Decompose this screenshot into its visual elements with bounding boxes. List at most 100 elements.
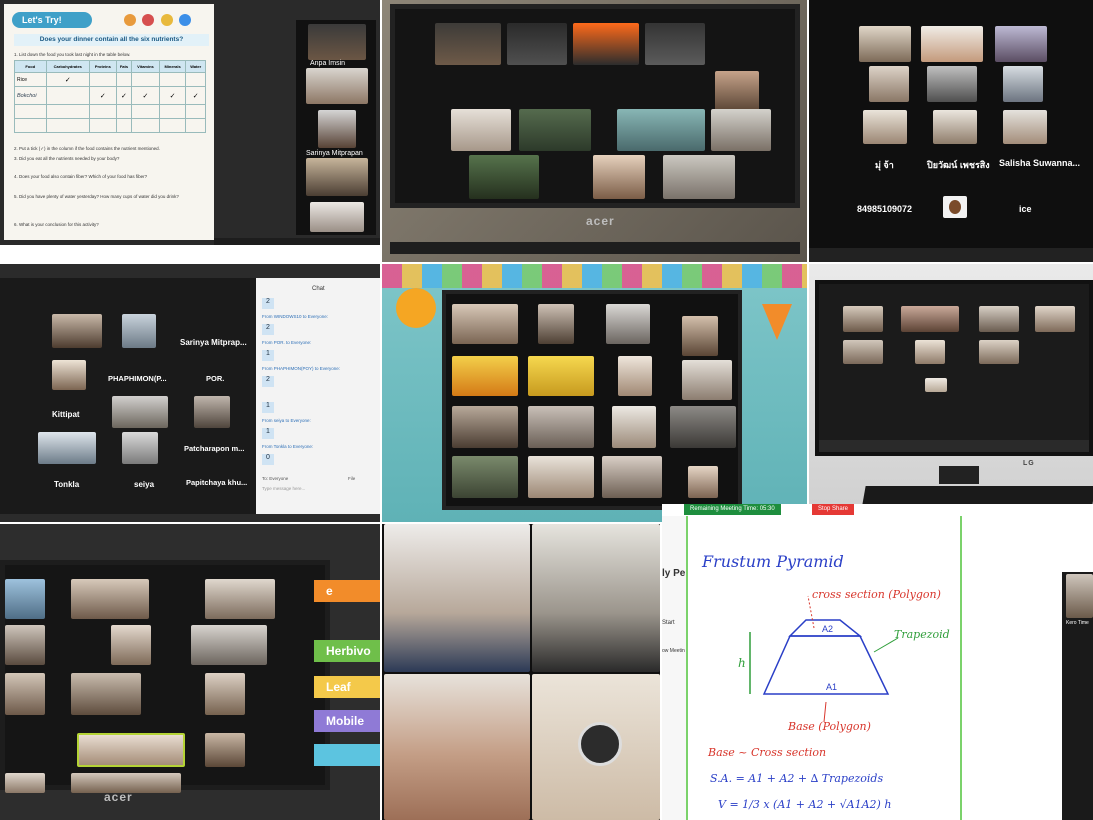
word-label (314, 744, 380, 766)
worksheet-question: Does your dinner contain all the six nut… (14, 34, 209, 46)
participant-video (306, 68, 368, 104)
sun-decoration (396, 288, 436, 328)
monitor-stand (939, 466, 979, 484)
th-min: Minerals (158, 60, 187, 73)
th-vit: Vitamins (131, 60, 160, 73)
tile-acer-herbivore: e Herbivo Leaf Mobile acer (0, 524, 380, 820)
th-food: Food (14, 60, 47, 73)
chat-number: 0 (262, 454, 274, 465)
participant-name: Papitchaya khu... (186, 478, 248, 487)
zoom-class-collage: Let's Try! Does your dinner contain all … (0, 0, 1093, 820)
participant-name: Kero Time (1066, 620, 1089, 626)
participant-name: Anpa Imsin (310, 60, 346, 67)
stop-share-button[interactable]: Stop Share (812, 504, 855, 515)
laptop-screen (442, 290, 742, 510)
participant-video (308, 24, 366, 60)
taskbar (390, 242, 800, 254)
chat-input[interactable]: Type message here... (262, 486, 305, 491)
chat-line: From POR. to Everyone: (262, 340, 312, 345)
th-water: Water (185, 60, 206, 73)
nutrient-table: Food Carbohydrates Proteins Fats Vitamin… (14, 60, 206, 133)
th-fats: Fats (115, 60, 133, 73)
participant-video (306, 158, 368, 196)
worksheet-paper: Let's Try! Does your dinner contain all … (4, 4, 214, 240)
avatar (578, 722, 622, 766)
gallery-grid: Sarinya Mitprap... PHAPHIMON(P... POR. K… (0, 278, 256, 514)
worksheet-banner: Let's Try! (12, 12, 92, 28)
chat-line: From seiya to Everyone: (262, 418, 311, 423)
tile-acer-gallery: acer (382, 0, 807, 262)
label-a2: A2 (822, 624, 834, 634)
chat-number: 2 (262, 324, 274, 335)
participant-video (310, 202, 364, 232)
side-text: ly Pe (662, 568, 686, 579)
participant-name: Kittipat (52, 410, 80, 419)
equation-base: Base ~ Cross section (708, 746, 827, 759)
side-panel: ly Pe Start ow Meetin (662, 516, 686, 820)
tile-big-faces (382, 524, 660, 820)
participant-name: ice (1019, 204, 1032, 214)
word-label: Mobile (314, 710, 380, 732)
laptop-brand: acer (104, 790, 133, 804)
share-bar: Remaining Meeting Time: 05:30 Stop Share (662, 504, 1093, 516)
laptop-screen (0, 560, 330, 793)
chat-number: 1 (262, 428, 274, 439)
participant-video (384, 524, 530, 672)
row-food-2: Bokchoi (14, 86, 47, 105)
avatar-bear (943, 196, 967, 218)
label-trapezoid: Trapezoid (894, 628, 950, 641)
tile-thai-gallery: มุ่ จ้า ปิยวัฒน์ เพชรสิง Salisha Suwanna… (809, 0, 1093, 262)
chat-panel: Chat 2 From WINDOWS10 to Everyone: 2 Fro… (256, 278, 380, 514)
chat-file-button[interactable]: File (348, 476, 355, 481)
chat-line: From WINDOWS10 to Everyone: (262, 314, 329, 319)
participant-name: ปิยวัฒน์ เพชรสิง (927, 160, 990, 170)
tile-frustum-notes: Remaining Meeting Time: 05:30 Stop Share… (662, 504, 1093, 820)
participant-name: seiya (134, 480, 155, 489)
word-label: Leaf (314, 676, 380, 698)
chat-number: 1 (262, 350, 274, 361)
chat-line: From PHAPHIMON(POY) to Everyone: (262, 366, 341, 371)
label-base: Base (Polygon) (788, 720, 871, 733)
chat-recipient[interactable]: To: Everyone (262, 476, 288, 481)
participant-video (318, 110, 356, 148)
chat-number: 2 (262, 298, 274, 309)
nutrient-icons (124, 13, 204, 27)
monitor-brand: LG (1023, 460, 1035, 467)
notes-page: Frustum Pyramid cross section (Polygon) … (686, 516, 962, 820)
arrow-base (823, 701, 827, 723)
th-carb: Carbohydrates (45, 60, 91, 73)
question-5: 5. Did you have plenty of water yesterda… (14, 194, 179, 199)
chat-line: From Tonkla to Everyone: (262, 444, 314, 449)
label-h: h (738, 656, 746, 670)
participant-name: Sarinya Mitprap... (180, 338, 247, 347)
chat-title: Chat (312, 286, 325, 292)
taskbar (214, 238, 380, 245)
bunting-flags (382, 264, 807, 288)
participant-strip: Anpa Imsin Sarinya Mitprapan (296, 20, 376, 235)
right-panel: Kero Time (1062, 572, 1093, 820)
equation-surface-area: S.A. = A1 + A2 + ∆ Trapezoids (710, 772, 884, 785)
row-food-1: Rice (14, 72, 47, 87)
monitor-screen (815, 280, 1093, 456)
instruction-1: 1. List down the food you took last nigh… (14, 52, 131, 57)
tile-lg-monitor: LG (809, 264, 1093, 522)
equation-volume: V = 1/3 x (A1 + A2 + √A1A2) h (718, 798, 892, 811)
question-6: 6. What is your conclusion for this acti… (14, 222, 99, 227)
word-label: Herbivo (314, 640, 380, 662)
th-prot: Proteins (89, 60, 117, 73)
participant-name: Sarinya Mitprapan (306, 150, 363, 157)
taskbar (809, 248, 1093, 262)
chat-number: 1 (262, 402, 274, 413)
participant-name: มุ่ จ้า (875, 160, 894, 170)
wall-flag (762, 304, 792, 340)
tile-chat-gallery: Sarinya Mitprap... PHAPHIMON(P... POR. K… (0, 264, 380, 522)
meeting-time: Remaining Meeting Time: 05:30 (684, 504, 781, 515)
participant-name: Patcharapon m... (184, 444, 245, 453)
tile-bunting-gallery (382, 264, 807, 522)
participant-name: 84985109072 (857, 204, 913, 214)
tile-worksheet: Let's Try! Does your dinner contain all … (0, 0, 380, 245)
laptop-screen (390, 4, 800, 208)
zoom-toolbar (819, 440, 1089, 452)
participant-name: Tonkla (54, 480, 80, 489)
question-3: 3. Did you eat all the nutrients needed … (14, 156, 120, 161)
